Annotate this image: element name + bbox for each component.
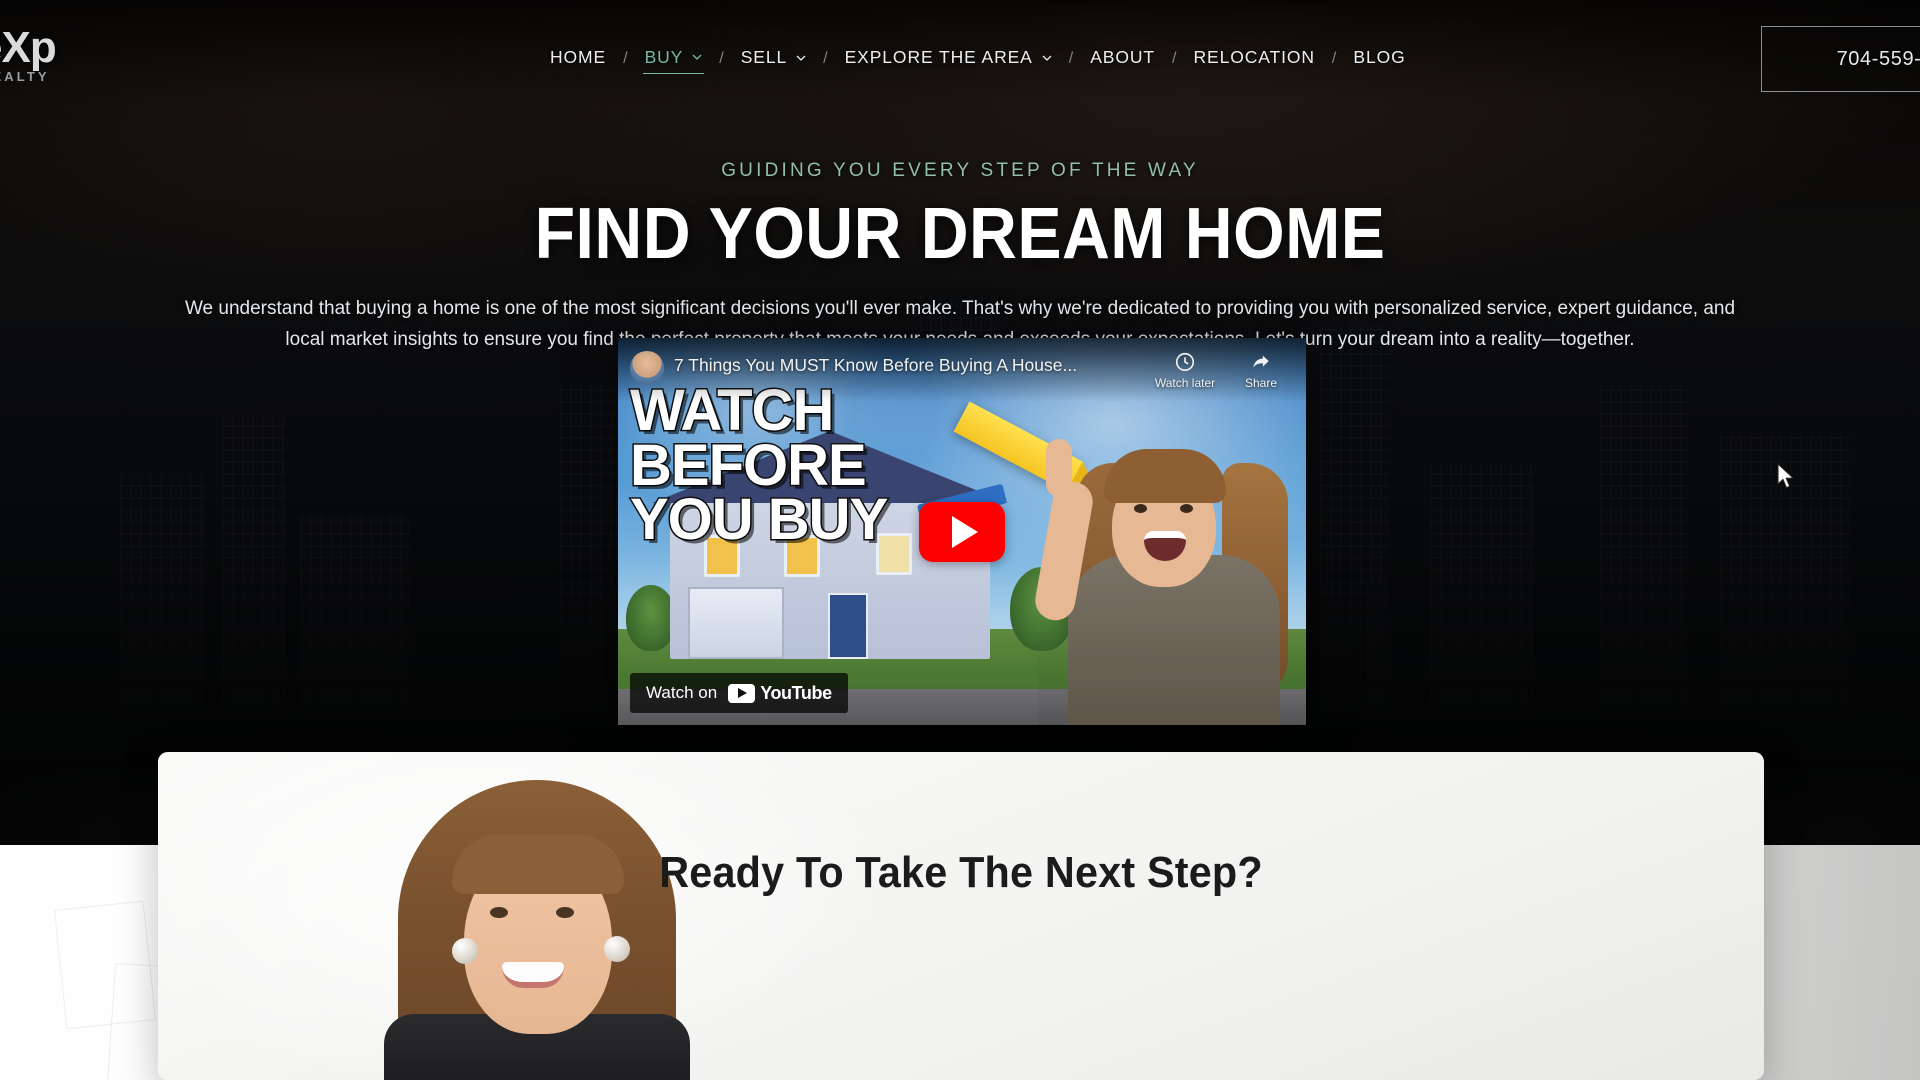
agent-earring	[452, 938, 478, 964]
nav-label: BUY	[644, 46, 684, 67]
nav-separator: /	[823, 50, 828, 67]
page-root: eXp REALTY HOME / BUY / SELL /	[0, 0, 1920, 1080]
watch-on-youtube-button[interactable]: Watch on YouTube	[630, 673, 848, 713]
nav-label: SELL	[740, 47, 788, 67]
page-title: FIND YOUR DREAM HOME	[534, 194, 1386, 274]
nav-separator: /	[719, 50, 724, 67]
chevron-down-icon	[796, 53, 806, 63]
youtube-video-embed[interactable]: WATCH BEFORE YOU BUY 7 Things You MUST K…	[618, 338, 1306, 725]
nav-label: BLOG	[1353, 47, 1406, 67]
agent-eye	[490, 907, 508, 918]
logo-subtext: REALTY	[0, 69, 50, 85]
agent-photo	[356, 780, 716, 1080]
video-title[interactable]: 7 Things You MUST Know Before Buying A H…	[674, 355, 1142, 376]
nav-label: HOME	[550, 47, 607, 67]
presenter-eye	[1180, 504, 1193, 513]
main-navigation: HOME / BUY / SELL / EXPLORE THE AREA / A…	[548, 44, 1408, 74]
cta-heading: Ready To Take The Next Step?	[659, 848, 1263, 897]
nav-item-sell[interactable]: SELL	[739, 45, 808, 73]
thumbnail-presenter	[1032, 415, 1306, 725]
site-header: eXp REALTY HOME / BUY / SELL /	[0, 0, 1920, 120]
nav-separator: /	[1068, 50, 1074, 67]
logo[interactable]: eXp REALTY	[0, 22, 118, 90]
agent-smile	[502, 962, 564, 988]
hero-eyebrow: GUIDING YOU EVERY STEP OF THE WAY	[721, 160, 1199, 181]
youtube-play-icon	[728, 683, 756, 703]
video-top-bar: 7 Things You MUST Know Before Buying A H…	[618, 338, 1306, 402]
nav-item-explore-the-area[interactable]: EXPLORE THE AREA	[843, 45, 1054, 73]
chevron-down-icon	[692, 52, 702, 62]
nav-item-relocation[interactable]: RELOCATION	[1191, 45, 1316, 73]
youtube-logo: YouTube	[728, 683, 832, 704]
phone-number: 704-559-	[1836, 47, 1920, 70]
cta-card: Ready To Take The Next Step?	[158, 752, 1764, 1080]
share-icon	[1250, 351, 1272, 373]
phone-button[interactable]: 704-559-	[1761, 26, 1920, 92]
watch-later-button[interactable]: Watch later	[1152, 351, 1218, 390]
share-button[interactable]: Share	[1228, 351, 1294, 390]
presenter-hair-top	[1104, 449, 1226, 503]
nav-item-about[interactable]: ABOUT	[1088, 45, 1157, 73]
thumbnail-tree	[626, 585, 676, 651]
thumbnail-garage	[688, 587, 784, 659]
agent-earring	[604, 936, 630, 962]
play-button[interactable]	[919, 501, 1005, 562]
play-triangle-icon	[952, 515, 978, 548]
chevron-down-icon	[1042, 53, 1052, 63]
nav-item-buy[interactable]: BUY	[642, 45, 705, 74]
clock-icon	[1174, 351, 1196, 373]
nav-label: RELOCATION	[1193, 47, 1315, 67]
watch-later-label: Watch later	[1154, 376, 1216, 390]
nav-item-home[interactable]: HOME	[548, 45, 608, 73]
nav-label: ABOUT	[1090, 47, 1155, 67]
nav-label: EXPLORE THE AREA	[844, 47, 1033, 67]
share-label: Share	[1244, 376, 1278, 390]
logo-wordmark: eXp	[0, 22, 57, 72]
watch-on-label: Watch on	[646, 683, 718, 702]
nav-item-blog[interactable]: BLOG	[1351, 45, 1407, 73]
channel-avatar[interactable]	[630, 351, 664, 385]
youtube-wordmark: YouTube	[760, 682, 832, 703]
presenter-eye	[1134, 504, 1147, 513]
nav-separator: /	[623, 50, 628, 67]
nav-separator: /	[1172, 50, 1177, 67]
nav-separator: /	[1331, 50, 1337, 67]
thumbnail-front-door	[828, 593, 868, 659]
agent-eye	[556, 907, 574, 918]
